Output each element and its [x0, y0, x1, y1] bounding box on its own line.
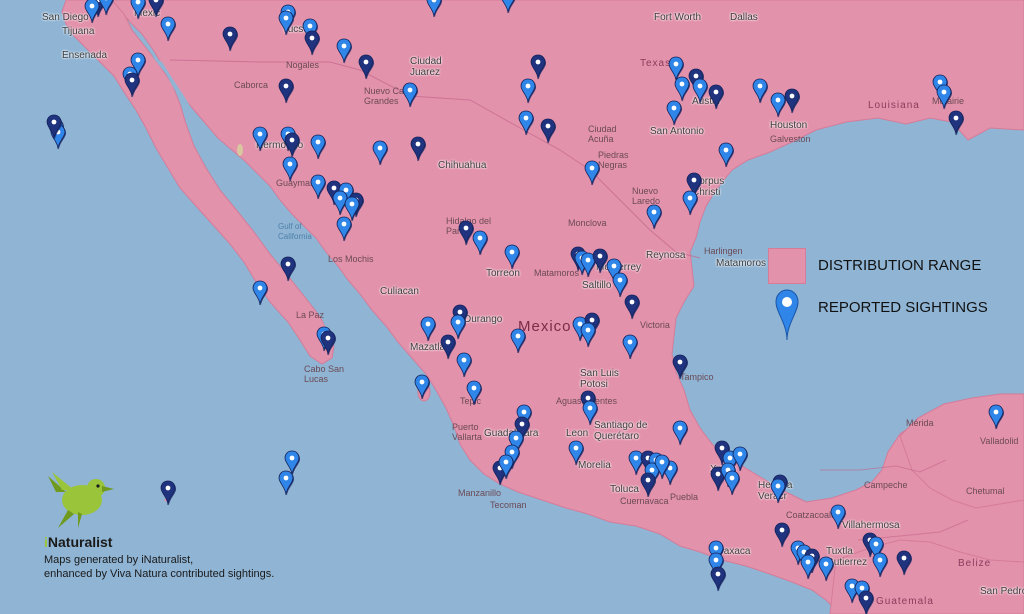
sighting-pin[interactable] [672, 354, 688, 380]
sighting-pin[interactable] [501, 0, 516, 14]
distribution-map[interactable]: San Diego Tijuana Mexic Ensenada Tucson Nogal… [0, 0, 1024, 614]
sighting-pin[interactable] [282, 156, 298, 182]
sighting-pin[interactable] [358, 54, 374, 80]
sighting-pin[interactable] [622, 334, 638, 360]
sighting-pin[interactable] [278, 78, 294, 104]
sighting-pin[interactable] [518, 110, 534, 136]
sighting-pin[interactable] [130, 0, 146, 20]
sighting-pin[interactable] [672, 420, 688, 446]
sighting-pin[interactable] [830, 504, 846, 530]
sighting-pin[interactable] [310, 174, 326, 200]
sighting-pin[interactable] [84, 0, 100, 24]
bird-logo-icon [48, 472, 114, 528]
credit-line-1-text: Maps generated by iNaturalist, [44, 554, 194, 566]
sighting-pin[interactable] [440, 334, 456, 360]
sighting-pin[interactable] [784, 88, 800, 114]
sighting-pin[interactable] [160, 16, 176, 42]
sighting-pin[interactable] [988, 404, 1004, 430]
sighting-pin[interactable] [710, 566, 726, 592]
sighting-pin[interactable] [936, 84, 952, 110]
sighting-pin[interactable] [896, 550, 912, 576]
brand-name: iNaturalist [44, 534, 112, 550]
sighting-pin[interactable] [410, 136, 426, 162]
sighting-pin[interactable] [582, 400, 598, 426]
sighting-pin[interactable] [718, 142, 734, 168]
sighting-pin[interactable] [584, 160, 600, 186]
sighting-pin[interactable] [724, 470, 740, 496]
sighting-pin[interactable] [520, 78, 536, 104]
sighting-pin[interactable] [858, 590, 874, 614]
sighting-pin[interactable] [592, 248, 608, 274]
sighting-pin[interactable] [818, 556, 834, 582]
sighting-pin[interactable] [708, 84, 724, 110]
sighting-pin[interactable] [770, 92, 786, 118]
sighting-pin[interactable] [666, 100, 682, 126]
sighting-pin[interactable] [510, 328, 526, 354]
sighting-pin[interactable] [426, 0, 442, 18]
sighting-pin[interactable] [540, 118, 556, 144]
sighting-pin[interactable] [948, 110, 964, 136]
sighting-pin[interactable] [774, 522, 790, 548]
sighting-pin[interactable] [414, 374, 430, 400]
sighting-pin[interactable] [280, 256, 296, 282]
sighting-pin[interactable] [320, 330, 336, 356]
sighting-pin[interactable] [336, 216, 352, 242]
sighting-pin[interactable] [682, 190, 698, 216]
sighting-pin[interactable] [612, 272, 628, 298]
sighting-pin[interactable] [640, 472, 656, 498]
sighting-pin[interactable] [624, 294, 640, 320]
sighting-pin[interactable] [692, 78, 708, 104]
sighting-pin[interactable] [450, 314, 466, 340]
distribution-range-label: DISTRIBUTION RANGE [818, 257, 982, 274]
reported-sightings-label: REPORTED SIGHTINGS [818, 299, 988, 316]
sighting-pin[interactable] [466, 380, 482, 406]
sighting-pin[interactable] [304, 30, 320, 56]
sighting-pin[interactable] [458, 220, 474, 246]
sighting-pin[interactable] [284, 132, 300, 158]
inaturalist-branding: iNaturalist Maps generated by iNaturalis… [40, 470, 340, 590]
sighting-pin[interactable] [800, 554, 816, 580]
sighting-pin[interactable] [278, 10, 294, 36]
sighting-pin[interactable] [222, 26, 238, 52]
sighting-pin[interactable] [568, 440, 584, 466]
sighting-pin-icon [775, 289, 799, 341]
credit-line-2: enhanced by Viva Natura contributed sigh… [44, 568, 275, 580]
sighting-pin[interactable] [336, 38, 352, 64]
sighting-pin[interactable] [530, 54, 546, 80]
sighting-pin[interactable] [752, 78, 768, 104]
sighting-pin[interactable] [148, 0, 164, 18]
sighting-pin[interactable] [372, 140, 388, 166]
sighting-pin[interactable] [402, 82, 418, 108]
sighting-pin[interactable] [124, 72, 140, 98]
sighting-pin[interactable] [310, 134, 326, 160]
sighting-pin[interactable] [252, 126, 268, 152]
sighting-pin[interactable] [472, 230, 488, 256]
map-legend: DISTRIBUTION RANGE REPORTED SIGHTINGS [766, 246, 1006, 346]
credit-line-1: Maps generated by iNaturalist, [44, 554, 193, 566]
sighting-pin[interactable] [872, 552, 888, 578]
sighting-pin[interactable] [674, 76, 690, 102]
sighting-pin[interactable] [580, 322, 596, 348]
distribution-range-swatch [768, 248, 806, 284]
sighting-pin[interactable] [504, 244, 520, 270]
sighting-pin[interactable] [456, 352, 472, 378]
brand-rest: Naturalist [47, 534, 113, 550]
sighting-pin[interactable] [420, 316, 436, 342]
sighting-pin[interactable] [252, 280, 268, 306]
sighting-pin[interactable] [646, 204, 662, 230]
sighting-pin[interactable] [770, 478, 786, 504]
